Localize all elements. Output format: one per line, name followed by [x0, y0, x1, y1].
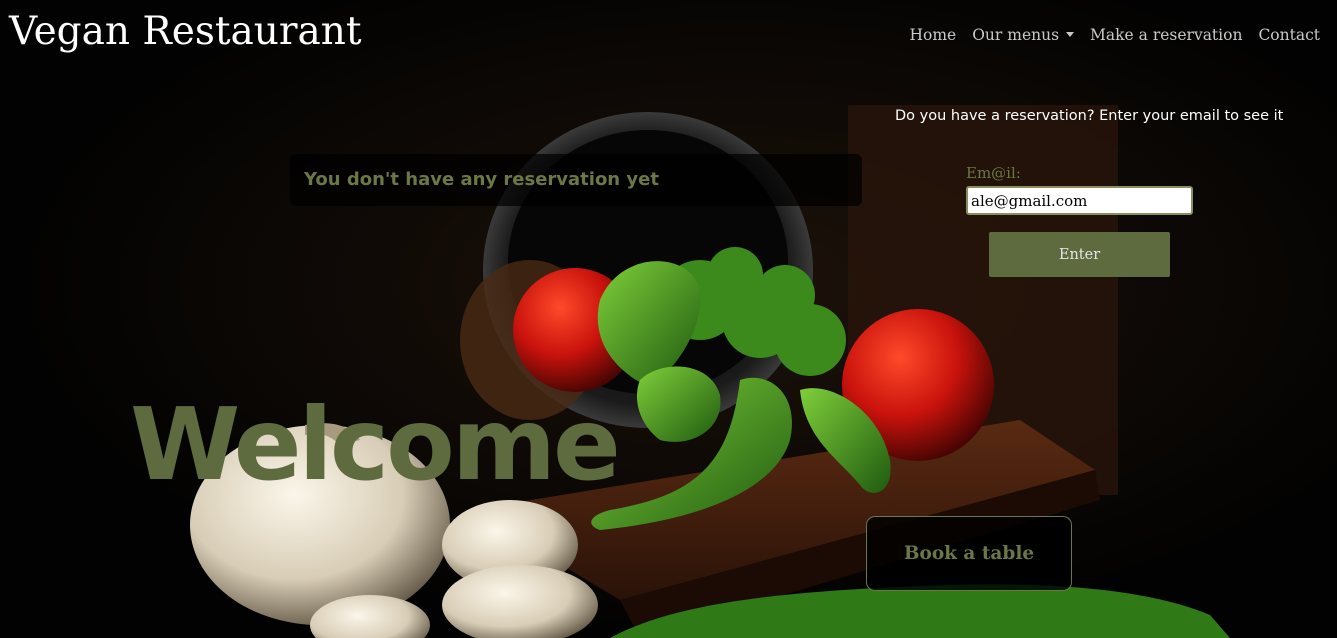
- main-nav: Home Our menus Make a reservation Contac…: [909, 24, 1320, 46]
- enter-button[interactable]: Enter: [989, 232, 1170, 277]
- email-input[interactable]: [966, 186, 1193, 215]
- nav-reservation-link[interactable]: Make a reservation: [1090, 24, 1242, 46]
- nav-contact-link[interactable]: Contact: [1258, 24, 1320, 46]
- nav-home-link[interactable]: Home: [909, 24, 956, 46]
- reservation-lookup-prompt: Do you have a reservation? Enter your em…: [895, 108, 1284, 124]
- nav-menus-dropdown[interactable]: Our menus: [972, 24, 1075, 46]
- chevron-down-icon: [1066, 32, 1075, 37]
- hero-background-image: [0, 0, 1337, 638]
- no-reservation-message: You don't have any reservation yet: [290, 154, 862, 206]
- welcome-heading: Welcome: [130, 386, 621, 503]
- book-table-button[interactable]: Book a table: [866, 516, 1072, 591]
- email-label: Em@il:: [966, 164, 1021, 182]
- nav-menus-label: Our menus: [972, 26, 1060, 44]
- brand-logo[interactable]: Vegan Restaurant: [9, 6, 362, 58]
